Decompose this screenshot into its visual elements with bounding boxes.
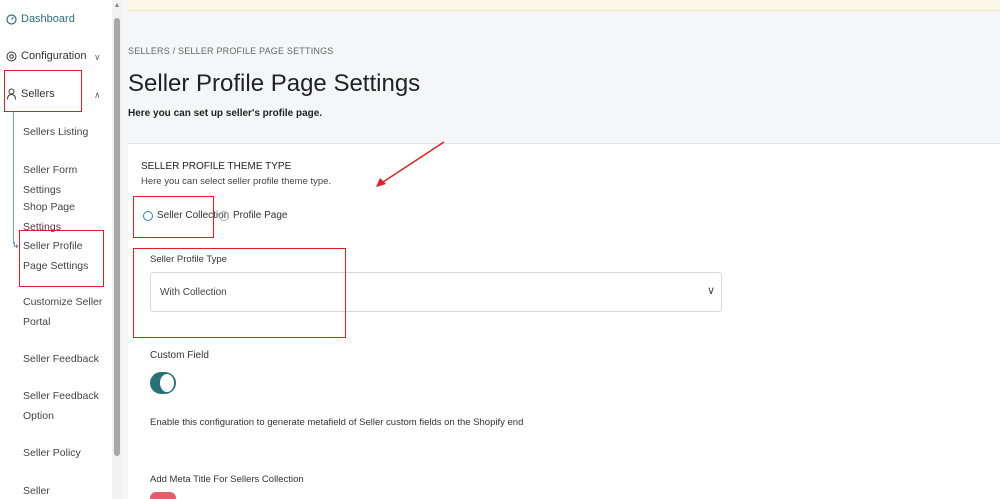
sidebar-item-seller-feedback[interactable]: Seller Feedback [23, 349, 109, 369]
scroll-up-icon[interactable]: ▲ [112, 2, 122, 9]
chevron-down-icon[interactable]: ∨ [94, 52, 101, 63]
nav-configuration-label: Configuration [21, 50, 87, 62]
radio-profile-page[interactable]: Profile Page [219, 210, 287, 221]
custom-field-help: Enable this configuration to generate me… [150, 417, 524, 428]
profile-type-select[interactable]: With Collection ∨ [150, 272, 722, 312]
custom-field-toggle[interactable] [150, 372, 176, 394]
toggle-knob [160, 374, 174, 392]
theme-section-subtitle: Here you can select seller profile theme… [141, 176, 332, 187]
sidebar-item-seller-notifications[interactable]: Seller Notifications [23, 481, 109, 499]
profile-type-value: With Collection [160, 287, 227, 298]
tree-line [13, 112, 14, 244]
nav-configuration[interactable]: Configuration [6, 50, 86, 62]
nav-dashboard[interactable]: Dashboard [6, 13, 75, 25]
theme-section-title: SELLER PROFILE THEME TYPE [141, 161, 292, 172]
radio-profile-page-label: Profile Page [233, 210, 288, 221]
sidebar-item-seller-feedback-option[interactable]: Seller Feedback Option [23, 386, 105, 426]
settings-card: SELLER PROFILE THEME TYPE Here you can s… [128, 143, 1000, 499]
meta-title-toggle[interactable] [150, 492, 176, 499]
nav-dashboard-label: Dashboard [21, 13, 75, 25]
dashboard-icon [6, 13, 17, 25]
scrollbar-thumb[interactable] [114, 18, 120, 456]
profile-type-label: Seller Profile Type [150, 254, 227, 265]
sidebar-scrollbar[interactable]: ▲ [112, 0, 122, 499]
chevron-down-icon: ∨ [706, 285, 715, 297]
sidebar-item-seller-profile-page-settings[interactable]: Seller Profile Page Settings [23, 236, 105, 276]
radio-selected-icon[interactable] [143, 210, 153, 221]
radio-unselected-icon[interactable] [219, 210, 229, 221]
sidebar-item-seller-policy[interactable]: Seller Policy [23, 443, 109, 463]
sidebar: Dashboard Configuration ∨ Sellers ∧ ↳ Se… [0, 0, 122, 499]
sidebar-item-shop-page-settings[interactable]: Shop Page Settings [23, 197, 109, 237]
sidebar-item-seller-form-settings[interactable]: Seller Form Settings [23, 160, 109, 200]
main-content: SELLERS / SELLER PROFILE PAGE SETTINGS S… [122, 0, 1000, 499]
user-icon [6, 88, 17, 100]
nav-sellers-label: Sellers [21, 88, 55, 100]
notice-banner [128, 0, 1000, 11]
page-title: Seller Profile Page Settings [128, 70, 421, 97]
breadcrumb: SELLERS / SELLER PROFILE PAGE SETTINGS [128, 46, 334, 56]
custom-field-label: Custom Field [150, 350, 209, 361]
tree-arrow-icon: ↳ [12, 240, 20, 250]
meta-title-label: Add Meta Title For Sellers Collection [150, 474, 304, 485]
sidebar-item-customize-seller-portal[interactable]: Customize Seller Portal [23, 292, 105, 332]
sidebar-item-sellers-listing[interactable]: Sellers Listing [23, 122, 109, 142]
chevron-up-icon[interactable]: ∧ [94, 90, 101, 101]
gear-icon [6, 51, 17, 62]
radio-seller-collection[interactable]: Seller Collection [143, 210, 229, 221]
nav-sellers[interactable]: Sellers [6, 88, 55, 100]
page-subtitle: Here you can set up seller's profile pag… [128, 108, 323, 119]
